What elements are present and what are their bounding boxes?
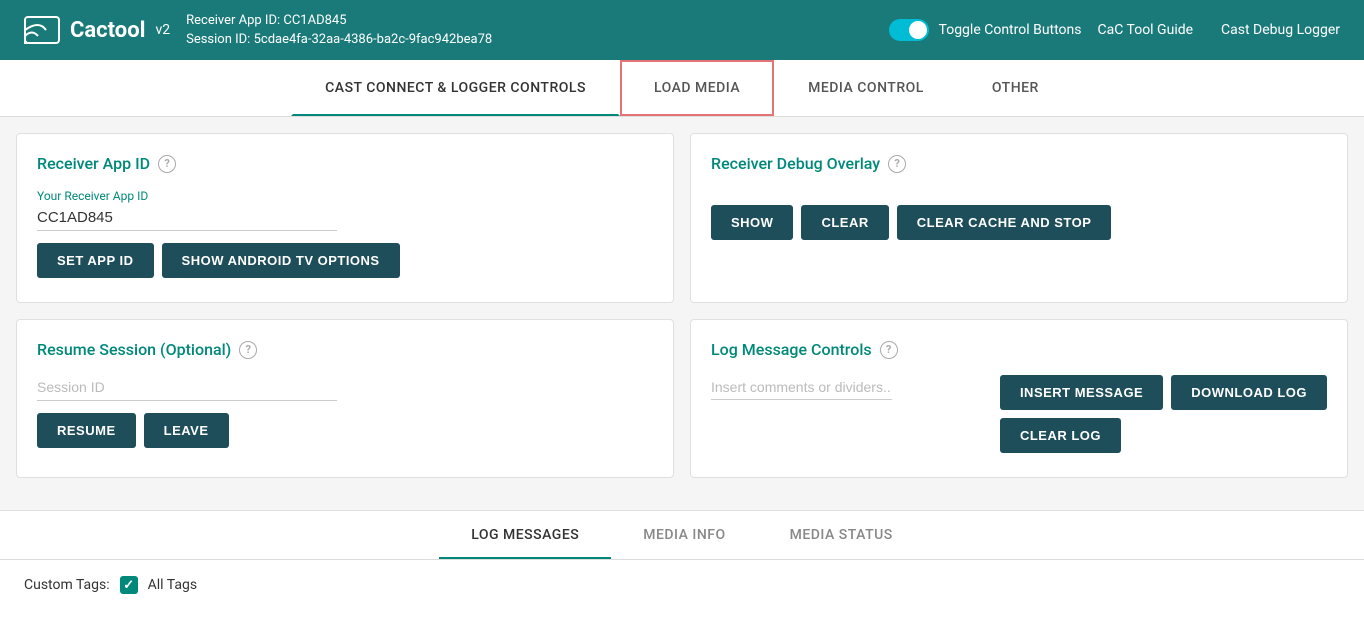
log-btn-group: INSERT MESSAGE DOWNLOAD LOG CLEAR LOG xyxy=(1000,375,1327,453)
clear-debug-button[interactable]: CLEAR xyxy=(801,205,888,240)
app-header: Cactool v2 Receiver App ID: CC1AD845 Ses… xyxy=(0,0,1364,60)
receiver-app-id-display: Receiver App ID: CC1AD845 xyxy=(186,11,872,31)
cast-debug-logger-link[interactable]: Cast Debug Logger xyxy=(1221,22,1340,38)
comment-input[interactable] xyxy=(711,375,892,400)
receiver-app-title: Receiver App ID ? xyxy=(37,154,653,173)
app-version: v2 xyxy=(155,22,170,38)
cac-tool-guide-link[interactable]: CaC Tool Guide xyxy=(1098,22,1194,38)
log-message-panel: Log Message Controls ? INSERT MESSAGE DO… xyxy=(690,319,1348,478)
resume-button[interactable]: RESUME xyxy=(37,413,136,448)
session-id-input[interactable] xyxy=(37,375,337,401)
app-logo: Cactool v2 xyxy=(24,16,170,44)
download-log-button[interactable]: DOWNLOAD LOG xyxy=(1171,375,1327,410)
custom-tags-row: Custom Tags: All Tags xyxy=(24,576,1340,594)
receiver-debug-panel: Receiver Debug Overlay ? SHOW CLEAR CLEA… xyxy=(690,133,1348,303)
bottom-tab-media-status[interactable]: MEDIA STATUS xyxy=(758,511,925,559)
log-message-title: Log Message Controls ? xyxy=(711,340,1327,359)
clear-log-button[interactable]: CLEAR LOG xyxy=(1000,418,1121,453)
resume-session-help-icon[interactable]: ? xyxy=(239,341,257,359)
bottom-tab-log-messages[interactable]: LOG MESSAGES xyxy=(439,511,611,559)
receiver-debug-btn-group: SHOW CLEAR CLEAR CACHE AND STOP xyxy=(711,205,1327,240)
clear-cache-stop-button[interactable]: CLEAR CACHE AND STOP xyxy=(897,205,1112,240)
receiver-debug-title: Receiver Debug Overlay ? xyxy=(711,154,1327,173)
receiver-debug-help-icon[interactable]: ? xyxy=(888,155,906,173)
set-app-id-button[interactable]: SET APP ID xyxy=(37,243,154,278)
toggle-label: Toggle Control Buttons xyxy=(939,22,1082,38)
resume-session-panel: Resume Session (Optional) ? RESUME LEAVE xyxy=(16,319,674,478)
tab-cast-connect[interactable]: CAST CONNECT & LOGGER CONTROLS xyxy=(291,60,620,116)
app-name: Cactool xyxy=(70,18,145,43)
tab-other[interactable]: OTHER xyxy=(958,60,1073,116)
log-btn-row-1: INSERT MESSAGE DOWNLOAD LOG xyxy=(1000,375,1327,410)
bottom-tab-media-info[interactable]: MEDIA INFO xyxy=(611,511,757,559)
insert-message-button[interactable]: INSERT MESSAGE xyxy=(1000,375,1163,410)
toggle-control-buttons[interactable] xyxy=(889,19,929,41)
cast-icon xyxy=(24,16,60,44)
comment-input-wrapper xyxy=(711,375,984,400)
tab-media-control[interactable]: MEDIA CONTROL xyxy=(774,60,958,116)
header-info: Receiver App ID: CC1AD845 Session ID: 5c… xyxy=(186,11,872,50)
tab-load-media[interactable]: LOAD MEDIA xyxy=(620,60,774,116)
all-tags-label: All Tags xyxy=(148,577,197,593)
bottom-section: LOG MESSAGES MEDIA INFO MEDIA STATUS Cus… xyxy=(0,510,1364,610)
leave-button[interactable]: LEAVE xyxy=(144,413,229,448)
session-id-input-wrapper xyxy=(37,375,337,401)
show-debug-button[interactable]: SHOW xyxy=(711,205,793,240)
all-tags-checkbox[interactable] xyxy=(120,576,138,594)
receiver-app-help-icon[interactable]: ? xyxy=(158,155,176,173)
receiver-app-input-label: Your Receiver App ID xyxy=(37,189,337,203)
resume-session-title: Resume Session (Optional) ? xyxy=(37,340,653,359)
custom-tags-label: Custom Tags: xyxy=(24,577,110,593)
main-content: Receiver App ID ? Your Receiver App ID S… xyxy=(0,117,1364,510)
panels-row-top: Receiver App ID ? Your Receiver App ID S… xyxy=(16,133,1348,303)
panels-row-bottom: Resume Session (Optional) ? RESUME LEAVE… xyxy=(16,319,1348,478)
receiver-app-btn-group: SET APP ID SHOW ANDROID TV OPTIONS xyxy=(37,243,653,278)
header-links: CaC Tool Guide Cast Debug Logger xyxy=(1098,22,1341,38)
receiver-app-id-input[interactable] xyxy=(37,205,337,231)
bottom-content: Custom Tags: All Tags xyxy=(0,560,1364,610)
resume-session-btn-group: RESUME LEAVE xyxy=(37,413,653,448)
receiver-app-panel: Receiver App ID ? Your Receiver App ID S… xyxy=(16,133,674,303)
log-message-help-icon[interactable]: ? xyxy=(880,341,898,359)
receiver-app-input-wrapper: Your Receiver App ID xyxy=(37,189,337,231)
main-tab-nav: CAST CONNECT & LOGGER CONTROLS LOAD MEDI… xyxy=(0,60,1364,117)
bottom-tab-nav: LOG MESSAGES MEDIA INFO MEDIA STATUS xyxy=(0,511,1364,560)
show-android-tv-button[interactable]: SHOW ANDROID TV OPTIONS xyxy=(162,243,400,278)
session-id-display: Session ID: 5cdae4fa-32aa-4386-ba2c-9fac… xyxy=(186,30,872,50)
log-btn-row-2: CLEAR LOG xyxy=(1000,418,1121,453)
toggle-area: Toggle Control Buttons xyxy=(889,19,1082,41)
